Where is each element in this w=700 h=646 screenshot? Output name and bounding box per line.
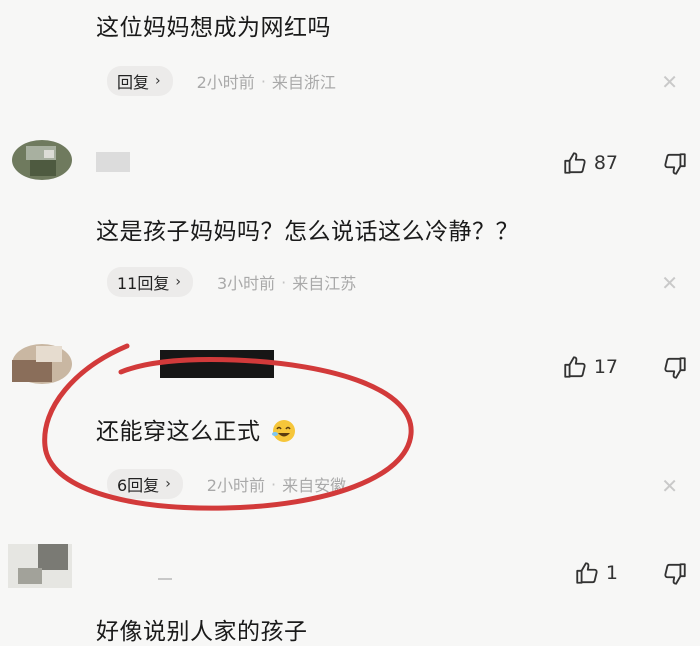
thumbs-down-icon: [664, 563, 686, 585]
comment-location: 来自浙江: [271, 73, 336, 92]
comment-location: 来自安徽: [282, 476, 347, 495]
avatar[interactable]: [8, 138, 72, 182]
comment-text: 还能穿这么正式: [96, 412, 298, 446]
comment-text: 这位妈妈想成为网红吗: [96, 15, 331, 41]
close-icon[interactable]: ✕: [661, 273, 678, 293]
like-count: 1: [605, 562, 618, 584]
like-count: 87: [593, 152, 618, 174]
thumbs-down-icon: [664, 153, 686, 175]
like-button[interactable]: 87: [562, 150, 618, 176]
dislike-button[interactable]: [662, 561, 688, 591]
close-icon[interactable]: ✕: [661, 476, 678, 496]
username-redacted[interactable]: [160, 350, 274, 378]
separator: ·: [260, 71, 266, 91]
thumbs-up-icon: [564, 152, 586, 174]
dislike-button[interactable]: [662, 151, 688, 181]
reply-label: 11回复: [117, 274, 170, 293]
separator: ·: [270, 474, 277, 494]
chevron-right-icon: ›: [165, 476, 171, 492]
comment-text: 好像说别人家的孩子: [96, 619, 308, 645]
comment-meta: 6回复 › 2小时前 · 来自安徽: [107, 469, 347, 499]
comment-time: 3小时前: [216, 274, 276, 293]
comment-text-content: 还能穿这么正式: [96, 419, 261, 445]
username-blurred[interactable]: [158, 578, 172, 580]
comment-text: 这是孩子妈妈吗？怎么说话这么冷静？？: [96, 219, 519, 245]
avatar[interactable]: [8, 340, 72, 384]
avatar[interactable]: [8, 544, 72, 588]
like-button[interactable]: 17: [562, 354, 618, 380]
dislike-button[interactable]: [662, 355, 688, 385]
comment-meta: 11回复 › 3小时前 · 来自江苏: [107, 267, 357, 297]
comment-time: 2小时前: [196, 73, 255, 92]
like-count: 17: [593, 356, 618, 378]
chevron-right-icon: ›: [175, 274, 181, 290]
comment-meta: 回复 › 2小时前 · 来自浙江: [107, 66, 336, 96]
close-icon[interactable]: ✕: [661, 72, 678, 92]
separator: ·: [281, 272, 287, 292]
chevron-right-icon: ›: [155, 73, 161, 89]
thumbs-down-icon: [664, 357, 686, 379]
like-button[interactable]: 1: [574, 560, 618, 586]
username-blurred[interactable]: [96, 152, 130, 172]
reply-button[interactable]: 6回复 ›: [107, 469, 183, 499]
thumbs-up-icon: [576, 562, 598, 584]
comment-location: 来自江苏: [292, 274, 357, 293]
reply-button[interactable]: 11回复 ›: [107, 267, 193, 297]
reply-button[interactable]: 回复 ›: [107, 66, 173, 96]
reply-label: 回复: [117, 73, 150, 92]
thumbs-up-icon: [564, 356, 586, 378]
laughing-emoji-icon: [272, 420, 296, 442]
comment-time: 2小时前: [206, 476, 265, 495]
reply-label: 6回复: [117, 476, 160, 495]
